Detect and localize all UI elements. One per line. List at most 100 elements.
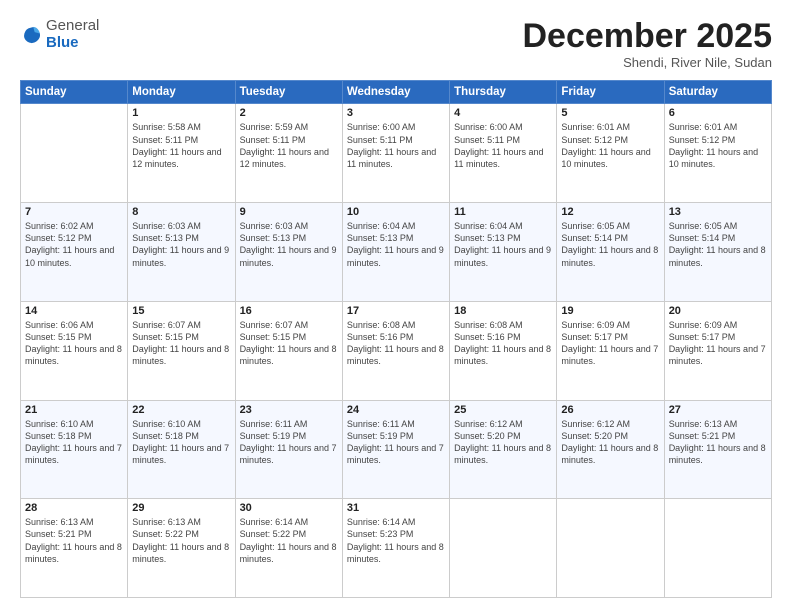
day-number: 1 — [132, 107, 230, 119]
cell-info: Sunrise: 6:04 AMSunset: 5:13 PMDaylight:… — [347, 220, 445, 269]
calendar-cell: 11 Sunrise: 6:04 AMSunset: 5:13 PMDayligh… — [450, 203, 557, 302]
col-header-saturday: Saturday — [664, 81, 771, 104]
day-number: 17 — [347, 305, 445, 317]
calendar-cell: 15 Sunrise: 6:07 AMSunset: 5:15 PMDayligh… — [128, 301, 235, 400]
cell-info: Sunrise: 5:59 AMSunset: 5:11 PMDaylight:… — [240, 121, 338, 170]
calendar-cell: 21 Sunrise: 6:10 AMSunset: 5:18 PMDayligh… — [21, 400, 128, 499]
col-header-monday: Monday — [128, 81, 235, 104]
logo: General Blue — [20, 18, 99, 51]
calendar-cell: 16 Sunrise: 6:07 AMSunset: 5:15 PMDayligh… — [235, 301, 342, 400]
title-block: December 2025 Shendi, River Nile, Sudan — [522, 18, 772, 70]
calendar-cell — [664, 499, 771, 598]
calendar-cell: 22Sunrise: 6:10 AMSunset: 5:18 PMDayligh… — [128, 400, 235, 499]
cell-info: Sunrise: 6:00 AMSunset: 5:11 PMDaylight:… — [454, 121, 552, 170]
day-number: 21 — [25, 404, 123, 416]
calendar-cell: 3Sunrise: 6:00 AMSunset: 5:11 PMDaylight… — [342, 104, 449, 203]
calendar-cell: 23Sunrise: 6:11 AMSunset: 5:19 PMDayligh… — [235, 400, 342, 499]
col-header-sunday: Sunday — [21, 81, 128, 104]
cell-info: Sunrise: 6:12 AMSunset: 5:20 PMDaylight:… — [561, 418, 659, 467]
calendar-cell: 13 Sunrise: 6:05 AMSunset: 5:14 PMDayligh… — [664, 203, 771, 302]
calendar-cell: 19 Sunrise: 6:09 AMSunset: 5:17 PMDayligh… — [557, 301, 664, 400]
calendar-cell: 1 Sunrise: 5:58 AMSunset: 5:11 PMDaylight… — [128, 104, 235, 203]
logo-text: General Blue — [46, 18, 99, 51]
day-number: 25 — [454, 404, 552, 416]
day-number: 26 — [561, 404, 659, 416]
calendar-cell: 12Sunrise: 6:05 AMSunset: 5:14 PMDayligh… — [557, 203, 664, 302]
day-number: 8 — [132, 206, 230, 218]
cell-info: Sunrise: 6:01 AMSunset: 5:12 PMDaylight:… — [669, 121, 767, 170]
day-number: 2 — [240, 107, 338, 119]
col-header-thursday: Thursday — [450, 81, 557, 104]
cell-info: Sunrise: 6:03 AMSunset: 5:13 PMDaylight:… — [240, 220, 338, 269]
week-row-1: 1 Sunrise: 5:58 AMSunset: 5:11 PMDaylight… — [21, 104, 772, 203]
calendar-cell: 25 Sunrise: 6:12 AMSunset: 5:20 PMDayligh… — [450, 400, 557, 499]
day-number: 18 — [454, 305, 552, 317]
calendar-cell: 29 Sunrise: 6:13 AMSunset: 5:22 PMDayligh… — [128, 499, 235, 598]
cell-info: Sunrise: 6:08 AMSunset: 5:16 PMDaylight:… — [454, 319, 552, 368]
cell-info: Sunrise: 6:07 AMSunset: 5:15 PMDaylight:… — [240, 319, 338, 368]
col-header-wednesday: Wednesday — [342, 81, 449, 104]
day-number: 4 — [454, 107, 552, 119]
calendar-cell: 14Sunrise: 6:06 AMSunset: 5:15 PMDayligh… — [21, 301, 128, 400]
cell-info: Sunrise: 6:00 AMSunset: 5:11 PMDaylight:… — [347, 121, 445, 170]
location-subtitle: Shendi, River Nile, Sudan — [522, 55, 772, 70]
page: General Blue December 2025 Shendi, River… — [0, 0, 792, 612]
cell-info: Sunrise: 6:07 AMSunset: 5:15 PMDaylight:… — [132, 319, 230, 368]
cell-info: Sunrise: 6:06 AMSunset: 5:15 PMDaylight:… — [25, 319, 123, 368]
cell-info: Sunrise: 6:12 AMSunset: 5:20 PMDaylight:… — [454, 418, 552, 467]
cell-info: Sunrise: 6:08 AMSunset: 5:16 PMDaylight:… — [347, 319, 445, 368]
calendar-cell: 26 Sunrise: 6:12 AMSunset: 5:20 PMDayligh… — [557, 400, 664, 499]
calendar-cell: 4 Sunrise: 6:00 AMSunset: 5:11 PMDaylight… — [450, 104, 557, 203]
calendar-cell: 8 Sunrise: 6:03 AMSunset: 5:13 PMDaylight… — [128, 203, 235, 302]
calendar-cell — [557, 499, 664, 598]
day-number: 27 — [669, 404, 767, 416]
cell-info: Sunrise: 6:13 AMSunset: 5:22 PMDaylight:… — [132, 516, 230, 565]
calendar-cell: 28 Sunrise: 6:13 AMSunset: 5:21 PMDayligh… — [21, 499, 128, 598]
calendar-cell — [21, 104, 128, 203]
cell-info: Sunrise: 5:58 AMSunset: 5:11 PMDaylight:… — [132, 121, 230, 170]
cell-info: Sunrise: 6:11 AMSunset: 5:19 PMDaylight:… — [240, 418, 338, 467]
calendar-cell: 5 Sunrise: 6:01 AMSunset: 5:12 PMDaylight… — [557, 104, 664, 203]
day-number: 15 — [132, 305, 230, 317]
calendar-cell: 30Sunrise: 6:14 AMSunset: 5:22 PMDayligh… — [235, 499, 342, 598]
day-number: 22 — [132, 404, 230, 416]
week-row-5: 28 Sunrise: 6:13 AMSunset: 5:21 PMDayligh… — [21, 499, 772, 598]
cell-info: Sunrise: 6:05 AMSunset: 5:14 PMDaylight:… — [669, 220, 767, 269]
day-number: 19 — [561, 305, 659, 317]
cell-info: Sunrise: 6:05 AMSunset: 5:14 PMDaylight:… — [561, 220, 659, 269]
calendar-cell — [450, 499, 557, 598]
day-number: 7 — [25, 206, 123, 218]
calendar-cell: 24 Sunrise: 6:11 AMSunset: 5:19 PMDayligh… — [342, 400, 449, 499]
cell-info: Sunrise: 6:10 AMSunset: 5:18 PMDaylight:… — [25, 418, 123, 467]
calendar-cell: 10 Sunrise: 6:04 AMSunset: 5:13 PMDayligh… — [342, 203, 449, 302]
week-row-2: 7Sunrise: 6:02 AMSunset: 5:12 PMDaylight… — [21, 203, 772, 302]
calendar-cell: 9Sunrise: 6:03 AMSunset: 5:13 PMDaylight… — [235, 203, 342, 302]
week-row-3: 14Sunrise: 6:06 AMSunset: 5:15 PMDayligh… — [21, 301, 772, 400]
month-title: December 2025 — [522, 18, 772, 55]
cell-info: Sunrise: 6:13 AMSunset: 5:21 PMDaylight:… — [25, 516, 123, 565]
col-header-friday: Friday — [557, 81, 664, 104]
calendar-cell: 27Sunrise: 6:13 AMSunset: 5:21 PMDayligh… — [664, 400, 771, 499]
cell-info: Sunrise: 6:01 AMSunset: 5:12 PMDaylight:… — [561, 121, 659, 170]
cell-info: Sunrise: 6:03 AMSunset: 5:13 PMDaylight:… — [132, 220, 230, 269]
cell-info: Sunrise: 6:09 AMSunset: 5:17 PMDaylight:… — [561, 319, 659, 368]
day-number: 6 — [669, 107, 767, 119]
day-number: 29 — [132, 502, 230, 514]
day-number: 31 — [347, 502, 445, 514]
day-number: 10 — [347, 206, 445, 218]
calendar-cell: 7Sunrise: 6:02 AMSunset: 5:12 PMDaylight… — [21, 203, 128, 302]
col-header-tuesday: Tuesday — [235, 81, 342, 104]
day-number: 24 — [347, 404, 445, 416]
cell-info: Sunrise: 6:11 AMSunset: 5:19 PMDaylight:… — [347, 418, 445, 467]
cell-info: Sunrise: 6:09 AMSunset: 5:17 PMDaylight:… — [669, 319, 767, 368]
day-number: 28 — [25, 502, 123, 514]
day-number: 11 — [454, 206, 552, 218]
week-row-4: 21 Sunrise: 6:10 AMSunset: 5:18 PMDayligh… — [21, 400, 772, 499]
day-number: 16 — [240, 305, 338, 317]
header: General Blue December 2025 Shendi, River… — [20, 18, 772, 70]
calendar-cell: 6 Sunrise: 6:01 AMSunset: 5:12 PMDaylight… — [664, 104, 771, 203]
day-number: 5 — [561, 107, 659, 119]
cell-info: Sunrise: 6:04 AMSunset: 5:13 PMDaylight:… — [454, 220, 552, 269]
day-number: 20 — [669, 305, 767, 317]
day-number: 13 — [669, 206, 767, 218]
